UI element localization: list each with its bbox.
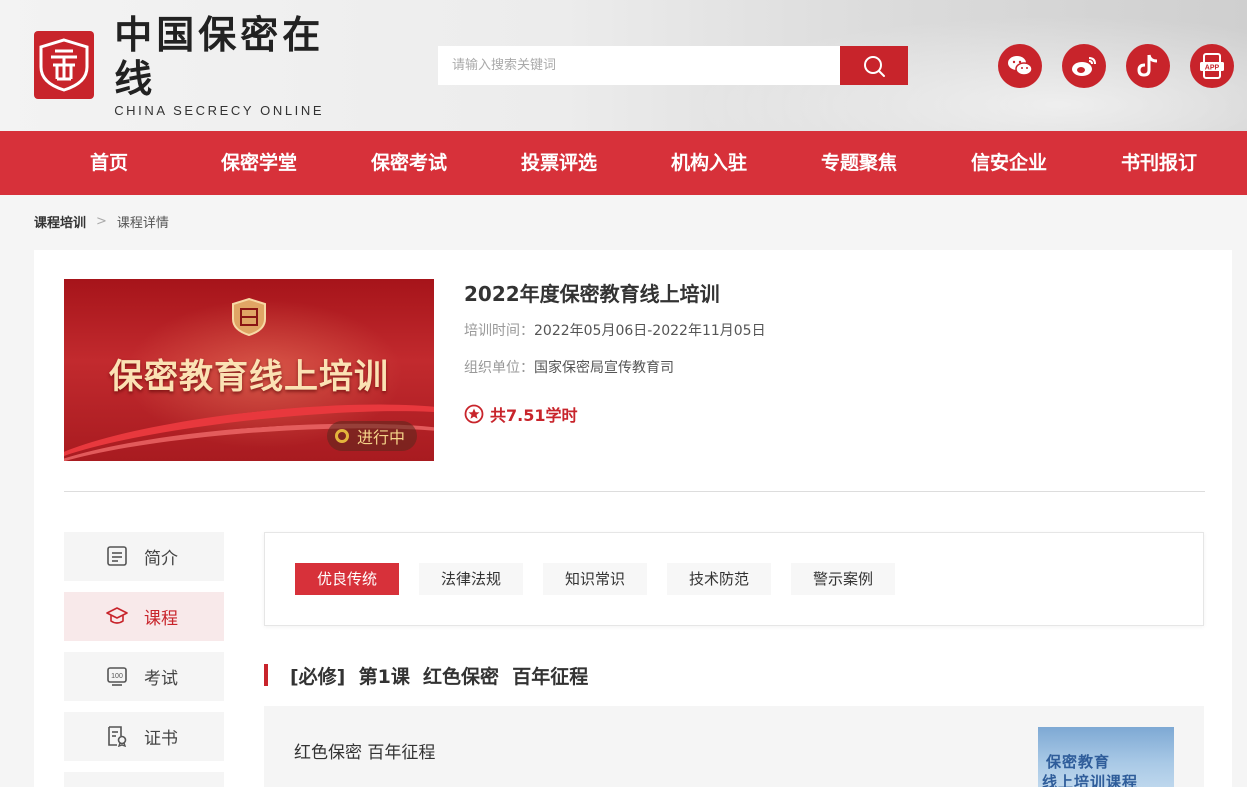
- training-time: 培训时间：2022年05月06日-2022年11月05日: [464, 320, 766, 340]
- site-name-cn: 中国保密在线: [114, 11, 325, 101]
- tab-traditions[interactable]: 优良传统: [295, 563, 399, 595]
- lesson-thumb-line2: 线上培训课程: [1042, 773, 1139, 787]
- lesson-thumbnail[interactable]: 保密教育 线上培训课程: [1038, 727, 1174, 787]
- course-card: 保密教育线上培训 进行中 2022年度保密教育线上培训 培训时间：2022年05…: [34, 250, 1232, 787]
- organizer: 组织单位：国家保密局宣传教育司: [464, 357, 674, 377]
- accent-bar: [264, 664, 268, 686]
- wechat-button[interactable]: [998, 44, 1042, 88]
- breadcrumb-current: 课程详情: [116, 216, 169, 231]
- wechat-icon: [1008, 56, 1033, 76]
- seal-logo-icon: [34, 31, 95, 99]
- nav-item-topics[interactable]: 专题聚焦: [784, 131, 934, 195]
- search-input[interactable]: [438, 46, 840, 85]
- side-menu-label: 简介: [144, 549, 178, 569]
- app-icon: APP: [1200, 53, 1224, 79]
- nav-item-home[interactable]: 首页: [34, 131, 184, 195]
- side-menu-more[interactable]: [64, 772, 224, 787]
- svg-text:100: 100: [111, 673, 123, 680]
- tab-tech-defense[interactable]: 技术防范: [667, 563, 771, 595]
- banner-title: 保密教育线上培训: [109, 357, 389, 397]
- side-menu-intro[interactable]: 简介: [64, 532, 224, 581]
- lesson-heading-text: [必修] 第1课 红色保密 百年征程: [290, 665, 589, 688]
- nav-item-institutions[interactable]: 机构入驻: [634, 131, 784, 195]
- lesson-item[interactable]: 红色保密 百年征程 保密教育 线上培训课程: [264, 706, 1204, 787]
- tab-warning-cases[interactable]: 警示案例: [791, 563, 895, 595]
- tab-laws[interactable]: 法律法规: [419, 563, 523, 595]
- lesson-name: 红色保密 百年征程: [294, 743, 436, 763]
- douyin-button[interactable]: [1126, 44, 1170, 88]
- weibo-icon: [1072, 57, 1096, 76]
- training-time-label: 培训时间：: [464, 323, 534, 339]
- breadcrumb: 课程培训 > 课程详情: [34, 212, 169, 231]
- exam-icon: 100: [107, 667, 127, 686]
- side-menu-certificate[interactable]: 证书: [64, 712, 224, 761]
- training-time-value: 2022年05月06日-2022年11月05日: [534, 323, 766, 339]
- intro-icon: [107, 546, 127, 566]
- nav-item-publications[interactable]: 书刊报订: [1084, 131, 1234, 195]
- status-badge: 进行中: [327, 421, 418, 451]
- main-nav: 首页 保密学堂 保密考试 投票评选 机构入驻 专题聚焦 信安企业 书刊报订: [0, 131, 1247, 195]
- svg-text:APP: APP: [1205, 65, 1220, 72]
- emblem-icon: [232, 297, 266, 337]
- graduation-cap-icon: [106, 607, 128, 624]
- category-tabs: 优良传统 法律法规 知识常识 技术防范 警示案例: [264, 532, 1204, 626]
- app-button[interactable]: APP: [1190, 44, 1234, 88]
- search-icon: [864, 55, 885, 77]
- nav-item-enterprises[interactable]: 信安企业: [934, 131, 1084, 195]
- side-menu-label: 考试: [144, 669, 178, 689]
- search-button[interactable]: [840, 46, 908, 85]
- weibo-button[interactable]: [1062, 44, 1106, 88]
- site-name-en: CHINA SECRECY ONLINE: [114, 102, 325, 118]
- certificate-icon: [108, 726, 127, 747]
- lesson-thumb-line1: 保密教育: [1046, 753, 1111, 771]
- star-badge-icon: [464, 404, 484, 424]
- breadcrumb-parent[interactable]: 课程培训: [34, 212, 86, 231]
- site-logo[interactable]: 中国保密在线 CHINA SECRECY ONLINE: [34, 12, 344, 118]
- organizer-value: 国家保密局宣传教育司: [534, 360, 674, 376]
- tab-knowledge[interactable]: 知识常识: [543, 563, 647, 595]
- divider: [64, 491, 1205, 492]
- status-dot-icon: [335, 429, 349, 443]
- site-header: 中国保密在线 CHINA SECRECY ONLINE 请输入搜索关键词 APP: [0, 0, 1247, 131]
- search-bar: [438, 46, 908, 85]
- nav-item-school[interactable]: 保密学堂: [184, 131, 334, 195]
- side-menu-label: 证书: [144, 729, 178, 749]
- nav-item-vote[interactable]: 投票评选: [484, 131, 634, 195]
- organizer-label: 组织单位：: [464, 360, 534, 376]
- side-menu-course[interactable]: 课程: [64, 592, 224, 641]
- status-label: 进行中: [357, 428, 406, 447]
- chevron-right-icon: >: [96, 214, 107, 229]
- study-hours: 共7.51学时: [464, 402, 577, 426]
- nav-item-exam[interactable]: 保密考试: [334, 131, 484, 195]
- douyin-icon: [1137, 54, 1158, 77]
- course-banner-image: 保密教育线上培训 进行中: [64, 279, 434, 461]
- course-title: 2022年度保密教育线上培训: [464, 282, 720, 306]
- study-hours-value: 共7.51学时: [490, 406, 578, 425]
- side-menu-label: 课程: [144, 609, 178, 629]
- lesson-heading: [必修] 第1课 红色保密 百年征程: [264, 664, 589, 688]
- side-menu-exam[interactable]: 100 考试: [64, 652, 224, 701]
